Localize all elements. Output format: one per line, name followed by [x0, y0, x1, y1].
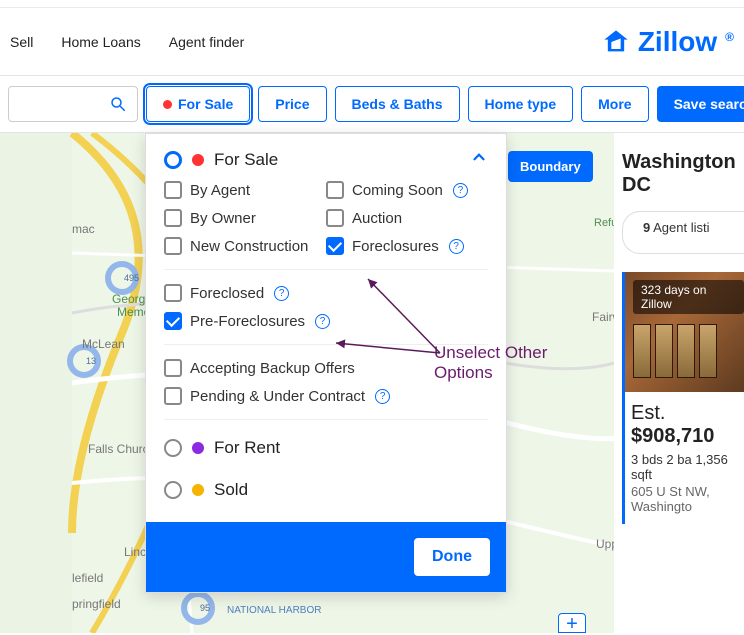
save-search-button[interactable]: Save search — [657, 86, 744, 122]
svg-text:McLean: McLean — [82, 337, 125, 351]
logo-text: Zillow — [638, 26, 717, 58]
help-icon[interactable]: ? — [274, 286, 289, 301]
checkbox-coming-soon[interactable]: Coming Soon? — [326, 181, 488, 199]
checkbox-foreclosures[interactable]: Foreclosures? — [326, 237, 488, 255]
svg-text:495: 495 — [124, 273, 139, 283]
done-button[interactable]: Done — [414, 538, 490, 576]
filter-more[interactable]: More — [581, 86, 648, 122]
city-heading: Washington DC — [622, 151, 744, 197]
zillow-logo[interactable]: Zillow ® — [602, 26, 734, 58]
radio-unchecked-icon — [164, 439, 182, 457]
svg-text:lefield: lefield — [72, 571, 103, 585]
for-sale-dropdown: For Sale By Agent Coming Soon? By Owner … — [145, 133, 507, 593]
checkbox-new-construction[interactable]: New Construction — [164, 237, 326, 255]
help-icon[interactable]: ? — [449, 239, 464, 254]
checkbox-auction[interactable]: Auction — [326, 209, 488, 227]
help-icon[interactable]: ? — [453, 183, 468, 198]
days-on-zillow-badge: 323 days on Zillow — [633, 280, 744, 314]
remove-boundary-button[interactable]: Boundary — [508, 151, 593, 182]
house-icon — [602, 28, 630, 56]
listing-address: 605 U St NW, Washingto — [631, 484, 744, 514]
nav-home-loans[interactable]: Home Loans — [61, 34, 140, 50]
filter-bar: For Sale Price Beds & Baths Home type Mo… — [0, 76, 744, 133]
radio-unchecked-icon — [164, 481, 182, 499]
svg-text:mac: mac — [72, 222, 95, 236]
svg-text:95: 95 — [200, 603, 210, 613]
checkbox-foreclosed[interactable]: Foreclosed? — [164, 284, 488, 302]
svg-text:pringfield: pringfield — [72, 597, 121, 611]
for-rent-label: For Rent — [214, 438, 280, 458]
sold-label: Sold — [214, 480, 248, 500]
radio-checked-icon — [164, 151, 182, 169]
listing-meta: 3 bds 2 ba 1,356 sqft — [631, 452, 744, 482]
listing-photo: 323 days on Zillow — [625, 272, 744, 392]
listing-price: Est. $908,710 — [631, 402, 744, 448]
filter-for-sale[interactable]: For Sale — [146, 86, 250, 122]
listing-card[interactable]: 323 days on Zillow Est. $908,710 3 bds 2… — [622, 272, 744, 524]
sold-dot-icon — [192, 484, 204, 496]
zoom-in-button[interactable]: + — [558, 613, 586, 633]
nav-agent-finder[interactable]: Agent finder — [169, 34, 245, 50]
filter-beds-baths[interactable]: Beds & Baths — [335, 86, 460, 122]
for-sale-dot-icon — [192, 154, 204, 166]
help-icon[interactable]: ? — [315, 314, 330, 329]
help-icon[interactable]: ? — [375, 389, 390, 404]
filter-home-type[interactable]: Home type — [468, 86, 574, 122]
for-rent-dot-icon — [192, 442, 204, 454]
for-rent-group-header[interactable]: For Rent — [164, 434, 488, 476]
checkbox-by-agent[interactable]: By Agent — [164, 181, 326, 199]
search-input[interactable] — [8, 86, 138, 122]
for-sale-label: For Sale — [214, 150, 278, 170]
checkbox-by-owner[interactable]: By Owner — [164, 209, 326, 227]
checkbox-backup-offers[interactable]: Accepting Backup Offers — [164, 359, 488, 377]
for-sale-group-header[interactable]: For Sale — [164, 148, 488, 171]
chevron-up-icon — [470, 148, 488, 171]
top-nav: Sell Home Loans Agent finder Zillow ® — [0, 8, 744, 76]
for-sale-dot-icon — [163, 100, 172, 109]
checkbox-pending-contract[interactable]: Pending & Under Contract? — [164, 387, 488, 405]
checkbox-pre-foreclosures[interactable]: Pre-Foreclosures? — [164, 312, 488, 330]
svg-text:13: 13 — [86, 356, 96, 366]
listing-count[interactable]: 9 Agent listi — [622, 211, 744, 254]
svg-text:NATIONAL HARBOR: NATIONAL HARBOR — [227, 605, 321, 616]
nav-sell[interactable]: Sell — [10, 34, 33, 50]
search-icon — [109, 95, 127, 113]
filter-price[interactable]: Price — [258, 86, 326, 122]
listings-panel: Washington DC 9 Agent listi 323 days on … — [614, 133, 744, 633]
sold-group-header[interactable]: Sold — [164, 476, 488, 518]
